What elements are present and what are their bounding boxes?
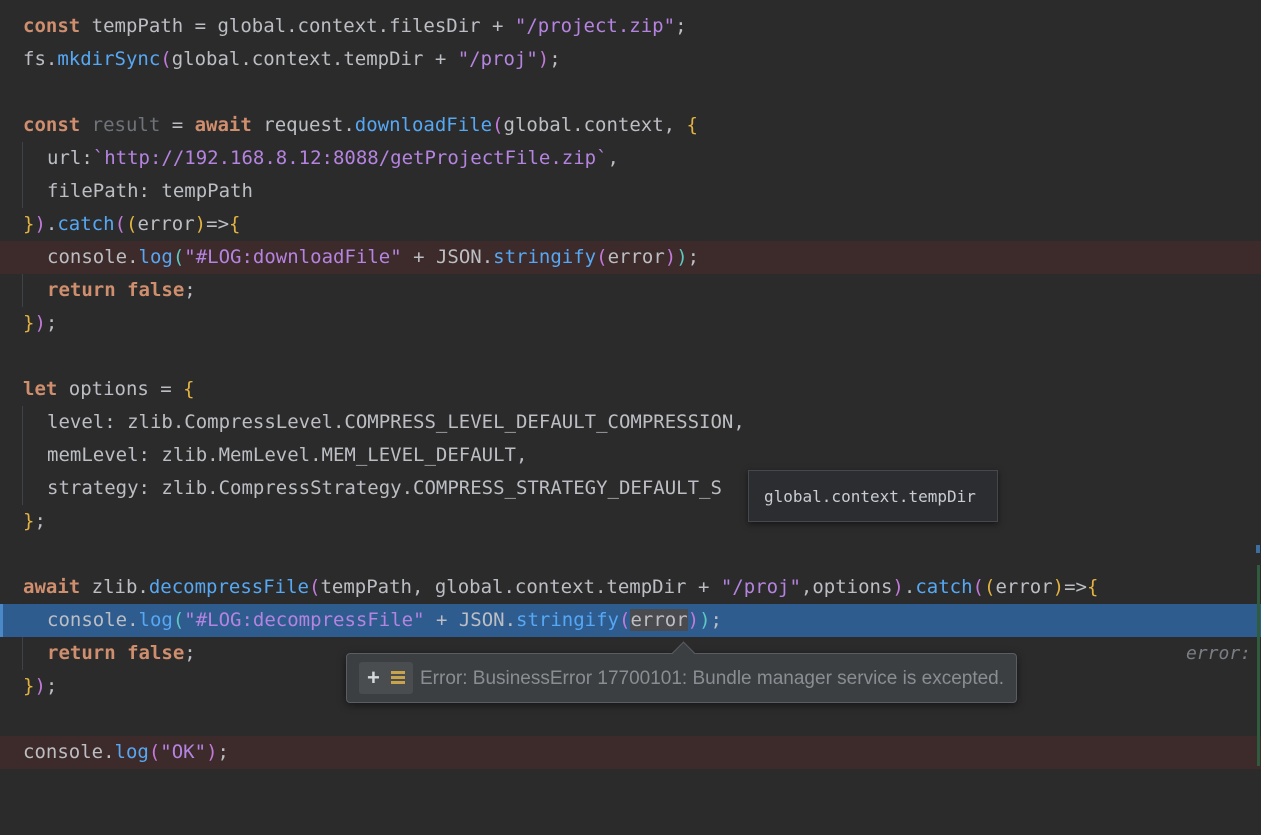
scrollbar-track[interactable] bbox=[1257, 565, 1260, 766]
code-editor[interactable]: const tempPath = global.context.filesDir… bbox=[0, 0, 1261, 769]
function-name: catch bbox=[57, 213, 115, 235]
function-name: log bbox=[138, 246, 173, 268]
code-line[interactable]: return false; bbox=[0, 274, 1261, 307]
error-message: Error: BusinessError 17700101: Bundle ma… bbox=[420, 668, 1005, 689]
code-line[interactable]: }); bbox=[0, 307, 1261, 340]
breakpoint-line[interactable]: console.log("#LOG:downloadFile" + JSON.s… bbox=[0, 241, 1261, 274]
code-line[interactable]: }).catch((error)=>{ bbox=[0, 208, 1261, 241]
function-name: log bbox=[114, 741, 149, 763]
code-line[interactable]: }; bbox=[0, 505, 1261, 538]
code-line[interactable]: url:`http://192.168.8.12:8088/getProject… bbox=[0, 142, 1261, 175]
code-line[interactable]: filePath: tempPath bbox=[0, 175, 1261, 208]
scrollbar-marker[interactable] bbox=[1256, 545, 1260, 553]
popup-actions[interactable]: + bbox=[359, 662, 413, 694]
breakpoint-line[interactable]: console.log("OK"); bbox=[0, 736, 1261, 769]
string-literal: "#LOG:downloadFile" bbox=[184, 246, 402, 268]
string-literal: "OK" bbox=[160, 741, 207, 763]
string-literal: `http://192.168.8.12:8088/getProjectFile… bbox=[92, 147, 608, 169]
function-name: stringify bbox=[493, 246, 597, 268]
code-line[interactable]: let options = { bbox=[0, 373, 1261, 406]
keyword: await bbox=[194, 114, 252, 136]
evaluation-tooltip: global.context.tempDir bbox=[748, 470, 998, 522]
code-line[interactable]: level: zlib.CompressLevel.COMPRESS_LEVEL… bbox=[0, 406, 1261, 439]
expand-plus-icon[interactable]: + bbox=[367, 665, 380, 691]
string-literal: "/project.zip" bbox=[514, 15, 676, 37]
keyword: return false bbox=[47, 642, 185, 664]
code-line[interactable]: const result = await request.downloadFil… bbox=[0, 109, 1261, 142]
string-literal: "#LOG:decompressFile" bbox=[184, 609, 425, 631]
function-name: mkdirSync bbox=[57, 48, 161, 70]
execution-line[interactable]: console.log("#LOG:decompressFile" + JSON… bbox=[0, 604, 1261, 637]
keyword: const bbox=[23, 114, 81, 136]
function-name: stringify bbox=[516, 609, 619, 631]
string-literal: "/proj" bbox=[457, 48, 538, 70]
function-name: decompressFile bbox=[148, 576, 309, 598]
hovered-variable[interactable]: error bbox=[630, 609, 688, 631]
code-line[interactable]: strategy: zlib.CompressStrategy.COMPRESS… bbox=[0, 472, 1261, 505]
value-popup[interactable]: + Error: BusinessError 17700101: Bundle … bbox=[346, 641, 1017, 703]
stack-icon[interactable] bbox=[391, 671, 405, 685]
function-name: downloadFile bbox=[354, 114, 493, 136]
keyword: await bbox=[23, 576, 81, 598]
code-line[interactable]: memLevel: zlib.MemLevel.MEM_LEVEL_DEFAUL… bbox=[0, 439, 1261, 472]
code-line[interactable]: const tempPath = global.context.filesDir… bbox=[0, 10, 1261, 43]
tooltip-expression: global.context.tempDir bbox=[764, 487, 976, 506]
keyword: let bbox=[23, 378, 58, 400]
string-literal: "/proj" bbox=[720, 576, 801, 598]
function-name: log bbox=[138, 609, 173, 631]
keyword: return false bbox=[47, 279, 185, 301]
code-line[interactable]: await zlib.decompressFile(tempPath, glob… bbox=[0, 571, 1261, 664]
code-line[interactable]: fs.mkdirSync(global.context.tempDir + "/… bbox=[0, 43, 1261, 76]
unused-variable: result bbox=[80, 114, 161, 136]
keyword: const bbox=[23, 15, 81, 37]
function-name: catch bbox=[915, 576, 973, 598]
